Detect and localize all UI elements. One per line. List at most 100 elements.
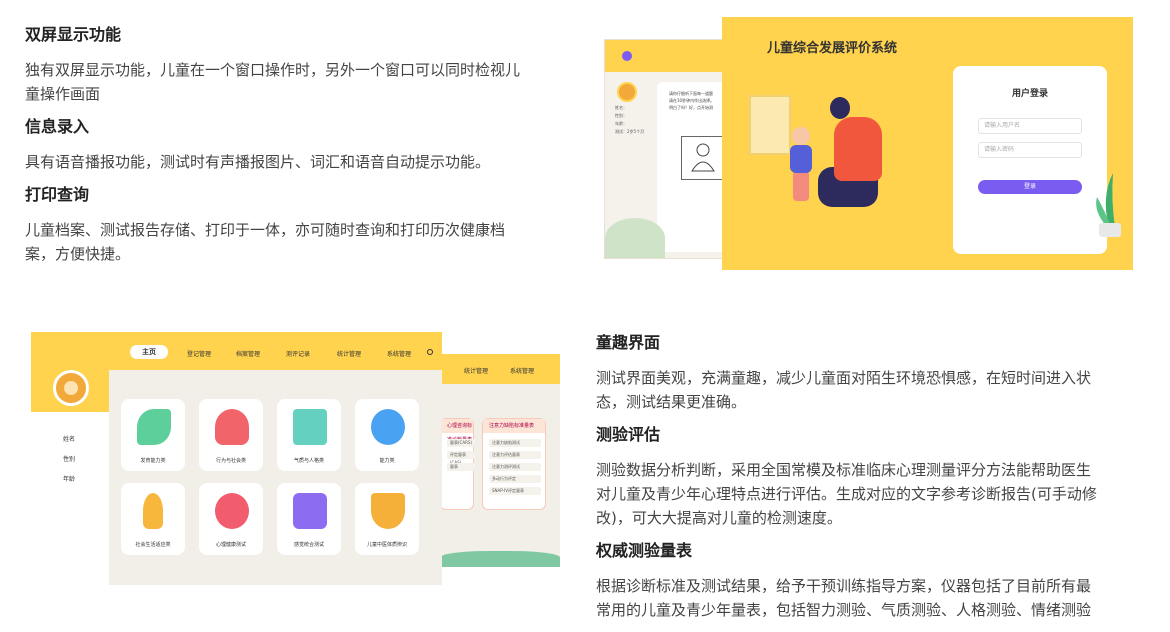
drawing-icon: [691, 143, 715, 172]
feature-desc-assessment-line3: 改)，可大大提高对儿童的检测速度。: [596, 509, 842, 527]
category-label: 发育能力类: [140, 458, 166, 464]
feature-desc-dual-screen-line1: 独有双屏显示功能，儿童在一个窗口操作时，另外一个窗口可以同时检视儿: [25, 61, 521, 79]
category-label: 能力类: [379, 458, 395, 464]
login-title: 用户登录: [1011, 89, 1048, 99]
login-button[interactable]: 登录: [978, 180, 1082, 194]
question-text: 请你仔细听下面每一道题 请在10秒钟内作出选择。 明白了吗？好，点开始测: [669, 90, 714, 111]
category-label: 社会生活适应类: [135, 542, 171, 548]
info-test: 测试：2岁5个月: [615, 129, 645, 134]
category-label: 气质与人格类: [293, 458, 324, 464]
nav-statistics[interactable]: 统计管理: [337, 349, 361, 358]
puzzle-icon: [293, 493, 327, 529]
scale-item[interactable]: 注意力缺陷测试: [489, 439, 541, 447]
microphone-icon: [143, 493, 163, 529]
bowl-icon: [371, 493, 405, 529]
home-window-screenshot: 主页 登记管理 档案管理 测评记录 统计管理 系统管理 姓名 性别 年龄 发育能…: [31, 332, 442, 585]
heart-icon: [215, 493, 249, 529]
scale-item[interactable]: 多动行为评定: [489, 475, 541, 483]
info-age: 年龄：: [615, 121, 627, 126]
scale-item[interactable]: 注意力测评测试: [489, 463, 541, 471]
feature-title-authoritative-scales: 权威测验量表: [596, 541, 693, 560]
nav-records[interactable]: 档案管理: [236, 349, 260, 358]
feature-title-print-query: 打印查询: [25, 185, 90, 204]
feature-desc-info-entry: 具有语音播报功能，测试时有声播报图片、词汇和语音自动提示功能。: [25, 153, 491, 171]
scale-card-1: 心理咨询标准诊断量表 量表(CARS) 评定量表(CAS) 量表: [440, 418, 475, 510]
question-image: [681, 136, 725, 180]
category-label: 心理健康测试: [215, 542, 246, 548]
lion-avatar-icon: [53, 370, 89, 406]
leaf-icon: [137, 409, 171, 445]
nav-home[interactable]: 主页: [130, 345, 168, 359]
doctor-body: [834, 117, 882, 181]
doctor-head: [830, 97, 850, 119]
feature-title-dual-screen: 双屏显示功能: [25, 25, 122, 44]
child-info: 姓名： 性别： 年龄： 测试：2岁5个月: [615, 104, 644, 136]
category-card-behavior[interactable]: 行为与社会类: [199, 399, 263, 471]
nav-system[interactable]: 系统管理: [510, 366, 534, 375]
category-label: 行为与社会类: [215, 458, 246, 464]
question-line-2: 请在10秒钟内作出选择。: [669, 98, 715, 103]
back-icon: [622, 51, 632, 61]
category-label: 儿童中医体质辨识: [366, 542, 407, 548]
category-card-temperament[interactable]: 气质与人格类: [277, 399, 341, 471]
feature-desc-authoritative-scales-line2: 常用的儿童及青少年量表，包括智力测验、气质测验、人格测验、情绪测验: [596, 601, 1092, 619]
nav-test-records[interactable]: 测评记录: [286, 349, 310, 358]
nav-stats[interactable]: 统计管理: [464, 366, 488, 375]
lion-face: [64, 381, 78, 395]
username-input[interactable]: 请输入用户名: [978, 118, 1082, 134]
feature-desc-assessment-line1: 测验数据分析判断，采用全国常模及标准临床心理测量评分方法能帮助医生: [596, 461, 1092, 479]
back-window-header: [440, 354, 560, 384]
sidebar-item-age: 年龄: [63, 476, 76, 483]
scale-item[interactable]: 量表(CARS): [447, 439, 475, 447]
scale-item[interactable]: 评定量表(CAS): [447, 451, 475, 465]
child-head: [792, 127, 810, 145]
lightbulb-icon: [371, 409, 405, 445]
scale-card-2-title: 注意力缺陷标准量表: [483, 419, 545, 433]
feature-desc-dual-screen-line2: 童操作画面: [25, 85, 101, 103]
feature-desc-child-friendly-ui-line1: 测试界面美观，充满童趣，减少儿童面对陌生环境恐惧感，在短时间进入状: [596, 369, 1092, 387]
feature-title-info-entry: 信息录入: [25, 117, 90, 136]
feature-title-child-friendly-ui: 童趣界面: [596, 333, 661, 352]
password-input[interactable]: 请输入密码: [978, 142, 1082, 158]
category-card-development[interactable]: 发育能力类: [121, 399, 185, 471]
scale-item[interactable]: SNAP-IV评定量表: [489, 487, 541, 495]
question-line-3: 明白了吗？好，点开始测: [669, 105, 713, 110]
feature-desc-assessment-line2: 对儿童及青少年心理特点进行评估。生成对应的文字参考诊断报告(可手动修: [596, 485, 1097, 503]
sidebar: 姓名 性别 年龄: [31, 332, 109, 585]
scale-item[interactable]: 注意力评估量表: [489, 451, 541, 459]
category-label: 感觉统合测试: [293, 542, 324, 548]
child-icon: [215, 409, 249, 445]
feature-title-assessment: 测验评估: [596, 425, 661, 444]
info-name: 姓名：: [615, 105, 627, 110]
scale-list-window-screenshot: 统计管理 系统管理 心理咨询标准诊断量表 量表(CARS) 评定量表(CAS) …: [440, 354, 560, 567]
feature-desc-child-friendly-ui-line2: 态，测试结果更准确。: [596, 393, 747, 411]
scale-card-1-title: 心理咨询标准诊断量表: [441, 419, 473, 443]
category-grid: 发育能力类 行为与社会类 气质与人格类 能力类 社会生活适应类 心理健康测试 感…: [109, 370, 442, 585]
wall-frame-decoration: [749, 95, 791, 155]
login-panel: 用户登录 请输入用户名 请输入密码 登录: [953, 66, 1107, 254]
system-title: 儿童综合发展评价系统: [767, 41, 898, 56]
category-card-sensory-integration[interactable]: 感觉统合测试: [277, 483, 341, 555]
info-gender: 性别：: [615, 113, 627, 118]
question-line-1: 请你仔细听下面每一道题: [669, 91, 713, 96]
power-icon[interactable]: [427, 349, 433, 355]
category-card-tcm-constitution[interactable]: 儿童中医体质辨识: [355, 483, 419, 555]
child-legs: [793, 171, 809, 201]
category-card-social-adaptation[interactable]: 社会生活适应类: [121, 483, 185, 555]
feature-desc-authoritative-scales-line1: 根据诊断标准及测试结果，给予干预训练指导方案，仪器包括了目前所有最: [596, 577, 1092, 595]
child-body: [790, 145, 812, 173]
nav-registration[interactable]: 登记管理: [187, 349, 211, 358]
feature-desc-print-query-line1: 儿童档案、测试报告存储、打印于一体，亦可随时查询和打印历次健康档: [25, 221, 506, 239]
login-window-screenshot: 儿童综合发展评价系统 用户登录 请输入用户名 请输入密码 登录: [722, 17, 1133, 270]
grass-decoration: [440, 551, 560, 567]
category-card-mental-health[interactable]: 心理健康测试: [199, 483, 263, 555]
scale-item[interactable]: 量表: [447, 463, 475, 471]
hill-decoration: [605, 218, 665, 258]
lion-avatar-icon: [617, 82, 637, 102]
nav-system-settings[interactable]: 系统管理: [387, 349, 411, 358]
category-card-ability[interactable]: 能力类: [355, 399, 419, 471]
sidebar-item-gender: 性别: [63, 456, 76, 463]
book-icon: [293, 409, 327, 445]
scale-card-2: 注意力缺陷标准量表 注意力缺陷测试 注意力评估量表 注意力测评测试 多动行为评定…: [482, 418, 546, 510]
feature-desc-print-query-line2: 案，方便快捷。: [25, 245, 131, 263]
